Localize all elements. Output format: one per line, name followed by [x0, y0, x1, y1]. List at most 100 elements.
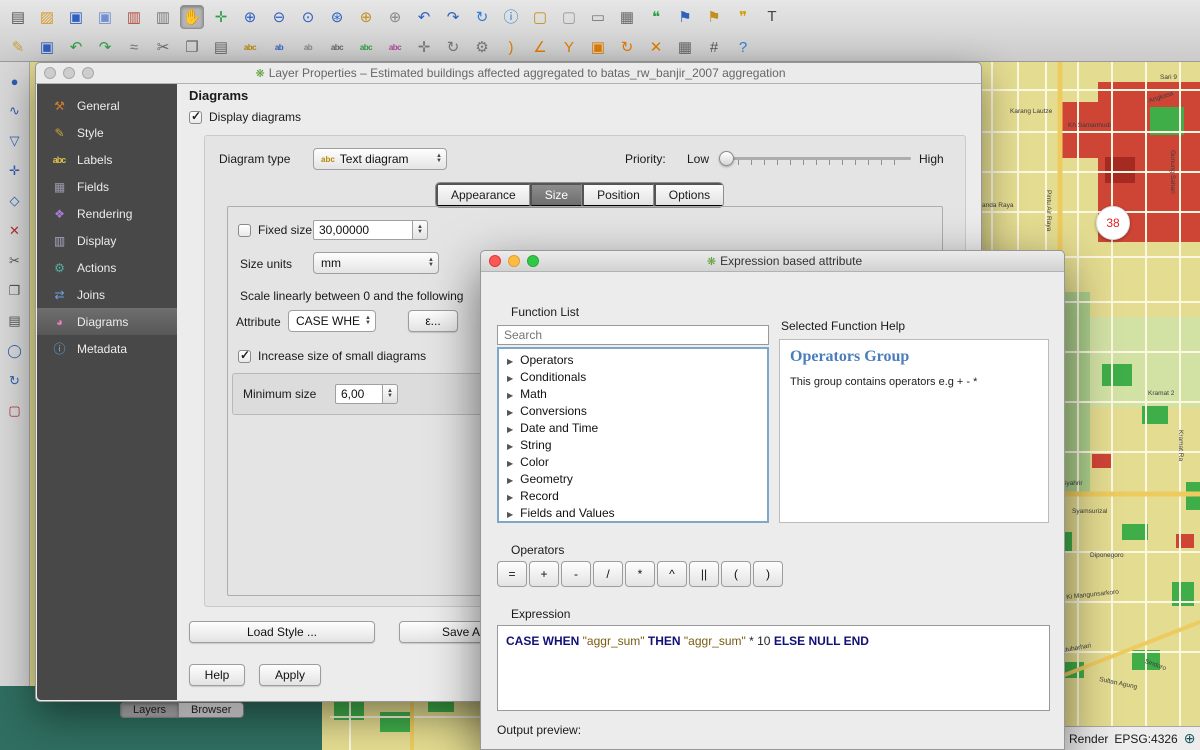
expression-titlebar[interactable]: ❋ Expression based attribute [481, 251, 1064, 272]
op-open-paren-button[interactable]: ( [721, 561, 751, 587]
label-select-icon[interactable]: abc [325, 35, 349, 59]
identify-icon[interactable]: ⓘ [499, 5, 523, 29]
rotate-feature-icon[interactable]: ↻ [615, 35, 639, 59]
expand-icon[interactable] [507, 370, 520, 384]
delete-selected-icon[interactable]: ✕ [4, 220, 26, 242]
expression-builder-button[interactable]: ε... [408, 310, 458, 332]
labeling-icon[interactable]: abc [238, 35, 262, 59]
tab-browser[interactable]: Browser [179, 703, 243, 717]
apply-button[interactable]: Apply [259, 664, 321, 686]
cut-icon[interactable]: ✂ [4, 250, 26, 272]
move-label-icon[interactable]: ✛ [412, 35, 436, 59]
tab-size[interactable]: Size [530, 183, 582, 207]
sidebar-item-diagrams[interactable]: ◕ Diagrams [37, 308, 177, 335]
delete-part-icon[interactable]: ✕ [644, 35, 668, 59]
op-power-button[interactable]: ^ [657, 561, 687, 587]
sidebar-item-style[interactable]: ✎ Style [37, 119, 177, 146]
close-button[interactable] [44, 67, 56, 79]
expand-icon[interactable] [507, 489, 520, 503]
op-plus-button[interactable]: + [529, 561, 559, 587]
zoom-last-icon[interactable]: ↶ [412, 5, 436, 29]
sidebar-item-joins[interactable]: ⇄ Joins [37, 281, 177, 308]
pan-map-icon[interactable]: ✋ [180, 5, 204, 29]
zoom-button[interactable] [82, 67, 94, 79]
trash-icon[interactable]: ▢ [4, 400, 26, 422]
zoom-to-selection-icon[interactable]: ⊕ [354, 5, 378, 29]
rotate-tool-icon[interactable]: ↻ [4, 370, 26, 392]
expand-icon[interactable] [507, 472, 520, 486]
zoom-full-icon[interactable]: ⊛ [325, 5, 349, 29]
annotation-icon[interactable]: ❞ [731, 5, 755, 29]
tree-item-conversions[interactable]: Conversions [499, 402, 767, 419]
capture-point-icon[interactable]: ● [4, 70, 26, 92]
expand-icon[interactable] [507, 353, 520, 367]
redo-icon[interactable]: ↷ [93, 35, 117, 59]
show-bookmarks-icon[interactable]: ⚑ [702, 5, 726, 29]
load-style-button[interactable]: Load Style ... [189, 621, 375, 643]
rotate-label-icon[interactable]: ↻ [441, 35, 465, 59]
tree-item-color[interactable]: Color [499, 453, 767, 470]
expand-icon[interactable] [507, 506, 520, 520]
expression-editor[interactable]: CASE WHEN "aggr_sum" THEN "aggr_sum" * 1… [497, 625, 1050, 711]
expand-icon[interactable] [507, 421, 520, 435]
minimum-size-stepper[interactable] [383, 384, 398, 404]
layer-properties-titlebar[interactable]: ❋ Layer Properties – Estimated buildings… [36, 63, 981, 84]
tree-item-math[interactable]: Math [499, 385, 767, 402]
sidebar-item-labels[interactable]: abc Labels [37, 146, 177, 173]
tree-item-string[interactable]: String [499, 436, 767, 453]
attribute-dropdown[interactable]: CASE WHEN " [288, 310, 376, 332]
expand-icon[interactable] [507, 455, 520, 469]
move-feature-icon[interactable]: ✛ [4, 160, 26, 182]
help-button[interactable]: Help [189, 664, 245, 686]
render-label[interactable]: Render [1069, 732, 1108, 746]
simplify-icon[interactable]: ≈ [122, 35, 146, 59]
tab-options[interactable]: Options [654, 183, 723, 207]
new-bookmark-icon[interactable]: ⚑ [673, 5, 697, 29]
label-rotate-icon[interactable]: abc [383, 35, 407, 59]
minimize-button[interactable] [508, 255, 520, 267]
sidebar-item-actions[interactable]: ⚙ Actions [37, 254, 177, 281]
copy-features-icon[interactable]: ❐ [180, 35, 204, 59]
sidebar-item-rendering[interactable]: ❖ Rendering [37, 200, 177, 227]
sidebar-item-metadata[interactable]: ⓘ Metadata [37, 335, 177, 362]
slider-thumb[interactable] [719, 151, 734, 166]
save-project-as-icon[interactable]: ▣ [93, 5, 117, 29]
attribute-table-icon[interactable]: ▦ [615, 5, 639, 29]
increase-size-checkbox[interactable] [238, 350, 251, 363]
paste-icon[interactable]: ▤ [4, 310, 26, 332]
new-composer-icon[interactable]: ▥ [122, 5, 146, 29]
merge-features-icon[interactable]: ▣ [586, 35, 610, 59]
refresh-icon[interactable]: ↻ [470, 5, 494, 29]
zoom-button[interactable] [527, 255, 539, 267]
cut-features-icon[interactable]: ✂ [151, 35, 175, 59]
display-diagrams-checkbox[interactable] [189, 111, 202, 124]
fixed-size-checkbox[interactable] [238, 224, 251, 237]
zoom-out-icon[interactable]: ⊖ [267, 5, 291, 29]
zoom-native-icon[interactable]: ⊙ [296, 5, 320, 29]
op-concat-button[interactable]: || [689, 561, 719, 587]
tab-appearance[interactable]: Appearance [436, 183, 530, 207]
op-close-paren-button[interactable]: ) [753, 561, 783, 587]
tab-position[interactable]: Position [582, 183, 654, 207]
op-equals-button[interactable]: = [497, 561, 527, 587]
expand-icon[interactable] [507, 404, 520, 418]
undo-icon[interactable]: ↶ [64, 35, 88, 59]
deselect-icon[interactable]: ▢ [557, 5, 581, 29]
expand-icon[interactable] [507, 387, 520, 401]
tree-item-date-and-time[interactable]: Date and Time [499, 419, 767, 436]
tab-layers[interactable]: Layers [121, 703, 179, 717]
crs-globe-icon[interactable]: ⊕ [1184, 730, 1196, 747]
close-button[interactable] [489, 255, 501, 267]
zoom-next-icon[interactable]: ↷ [441, 5, 465, 29]
label-properties-icon[interactable]: ⚙ [470, 35, 494, 59]
composer-manager-icon[interactable]: ▥ [151, 5, 175, 29]
tree-item-fields-and-values[interactable]: Fields and Values [499, 504, 767, 521]
zoom-to-layer-icon[interactable]: ⊕ [383, 5, 407, 29]
paste-features-icon[interactable]: ▤ [209, 35, 233, 59]
label-move-icon[interactable]: abc [354, 35, 378, 59]
node-tool-icon[interactable]: ◇ [4, 190, 26, 212]
tree-item-operators[interactable]: Operators [499, 351, 767, 368]
circle-tool-icon[interactable]: ◯ [4, 340, 26, 362]
label-pin-icon[interactable]: ab [296, 35, 320, 59]
offset-curve-icon[interactable]: ) [499, 35, 523, 59]
